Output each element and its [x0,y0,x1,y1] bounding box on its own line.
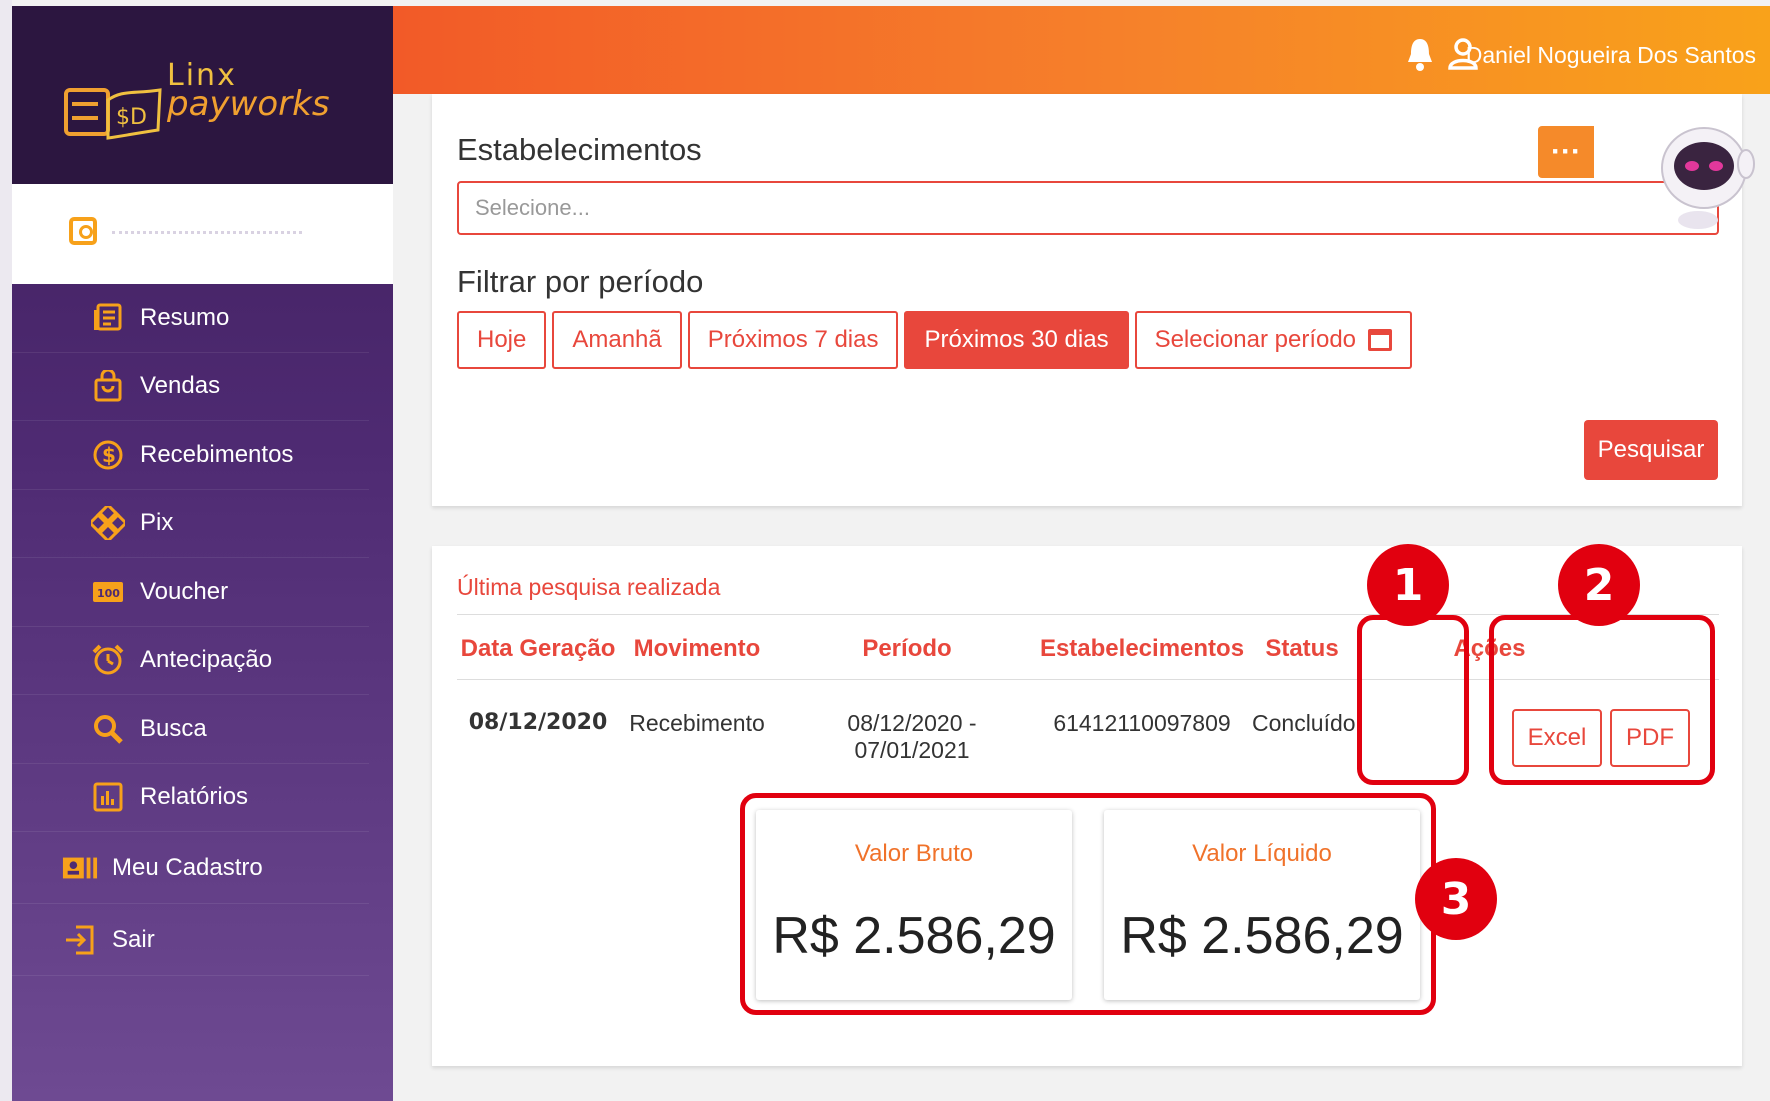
sidebar-item-label: Relatórios [140,783,249,811]
dollar-circle-icon: $ [90,437,126,473]
column-header-movement: Movimento [633,635,761,662]
row-movement: Recebimento [629,710,765,736]
pix-icon [90,505,126,541]
last-search-title: Última pesquisa realizada [457,574,721,600]
more-options-button[interactable]: ··· [1538,126,1594,178]
bell-icon[interactable] [1406,36,1434,72]
sidebar-item-label: Sair [112,925,155,953]
search-button[interactable]: Pesquisar [1584,420,1718,480]
sidebar-item-relatorios[interactable]: Relatórios [12,764,369,832]
column-header-status: Status [1265,635,1339,662]
logo-area: $D Linx payworks [12,6,393,184]
filter-card: Estabelecimentos Selecione... ··· Filtra… [432,94,1755,506]
sidebar-active-label [112,224,302,234]
user-name[interactable]: Daniel Nogueira Dos Santos [1466,42,1756,69]
period-custom-label: Selecionar período [1154,326,1357,353]
annotation-badge-1: 1 [1367,544,1449,626]
shopping-bag-icon [90,368,126,404]
sidebar-item-label: Antecipação [140,646,273,674]
annotation-box-values [740,793,1436,1015]
sidebar-item-voucher[interactable]: 100 Voucher [12,558,369,627]
row-date: 08/12/2020 [468,710,608,735]
sidebar-item-label: Pix [140,509,174,537]
search-icon [90,711,126,747]
sidebar-nav: Resumo Vendas $ Recebimentos Pix 100 Vou… [12,284,393,976]
annotation-box-actions [1489,615,1715,785]
column-header-establishments: Estabelecimentos [1039,635,1245,662]
top-header: Daniel Nogueira Dos Santos [393,6,1770,94]
sidebar-item-pix[interactable]: Pix [12,490,369,558]
column-header-date: Data Geração [460,635,616,662]
voucher-icon: 100 [90,574,126,610]
logo-text-payworks: payworks [167,84,330,124]
robot-assistant-icon[interactable] [1642,112,1762,232]
sidebar-item-label: Voucher [140,577,229,605]
sidebar-item-recebimentos[interactable]: $ Recebimentos [12,421,369,490]
row-period: 08/12/2020 - 07/01/2021 [847,710,977,763]
sidebar-item-resumo[interactable]: Resumo [12,284,369,353]
annotation-box-status [1357,615,1469,785]
establishments-label: Estabelecimentos [457,132,702,167]
sidebar-item-label: Resumo [140,303,230,331]
period-next-7-days-button[interactable]: Próximos 7 dias [687,311,899,369]
newspaper-icon [90,300,126,336]
calendar-icon [1368,329,1393,351]
annotation-badge-3: 3 [1415,858,1497,940]
id-card-icon [62,850,98,886]
sidebar-item-label: Busca [140,714,207,742]
wallet-logo-icon: $D [64,88,162,140]
period-tomorrow-button[interactable]: Amanhã [552,311,682,369]
svg-text:100: 100 [97,587,120,600]
profile-card-icon [69,217,97,245]
sidebar-item-label: Vendas [140,372,221,400]
row-status: Concluído [1252,710,1356,736]
sidebar-item-label: Meu Cadastro [112,853,263,881]
column-header-period: Período [862,635,952,662]
sidebar: $D Linx payworks Resumo Vendas $ Recebim… [12,6,393,1101]
logout-icon [62,922,98,958]
sidebar-item-sair[interactable]: Sair [12,904,369,976]
establishments-select[interactable]: Selecione... [457,181,1719,235]
period-today-button[interactable]: Hoje [457,311,547,369]
row-establishment: 61412110097809 [1053,710,1231,736]
sidebar-item-busca[interactable]: Busca [12,695,369,764]
window-edge [0,0,12,1101]
period-custom-button[interactable]: Selecionar período [1134,311,1413,369]
sidebar-active-item[interactable] [12,184,393,284]
sidebar-item-label: Recebimentos [140,440,294,468]
sidebar-item-vendas[interactable]: Vendas [12,353,369,421]
report-chart-icon [90,779,126,815]
alarm-clock-icon [90,642,126,678]
svg-text:$D: $D [116,105,147,130]
sidebar-item-meu-cadastro[interactable]: Meu Cadastro [12,832,369,904]
annotation-badge-2: 2 [1558,544,1640,626]
period-button-group: Hoje Amanhã Próximos 7 dias Próximos 30 … [457,311,1413,369]
svg-text:$: $ [102,443,116,467]
period-next-30-days-button[interactable]: Próximos 30 dias [904,311,1129,369]
period-filter-label: Filtrar por período [457,264,704,299]
sidebar-item-antecipacao[interactable]: Antecipação [12,627,369,695]
